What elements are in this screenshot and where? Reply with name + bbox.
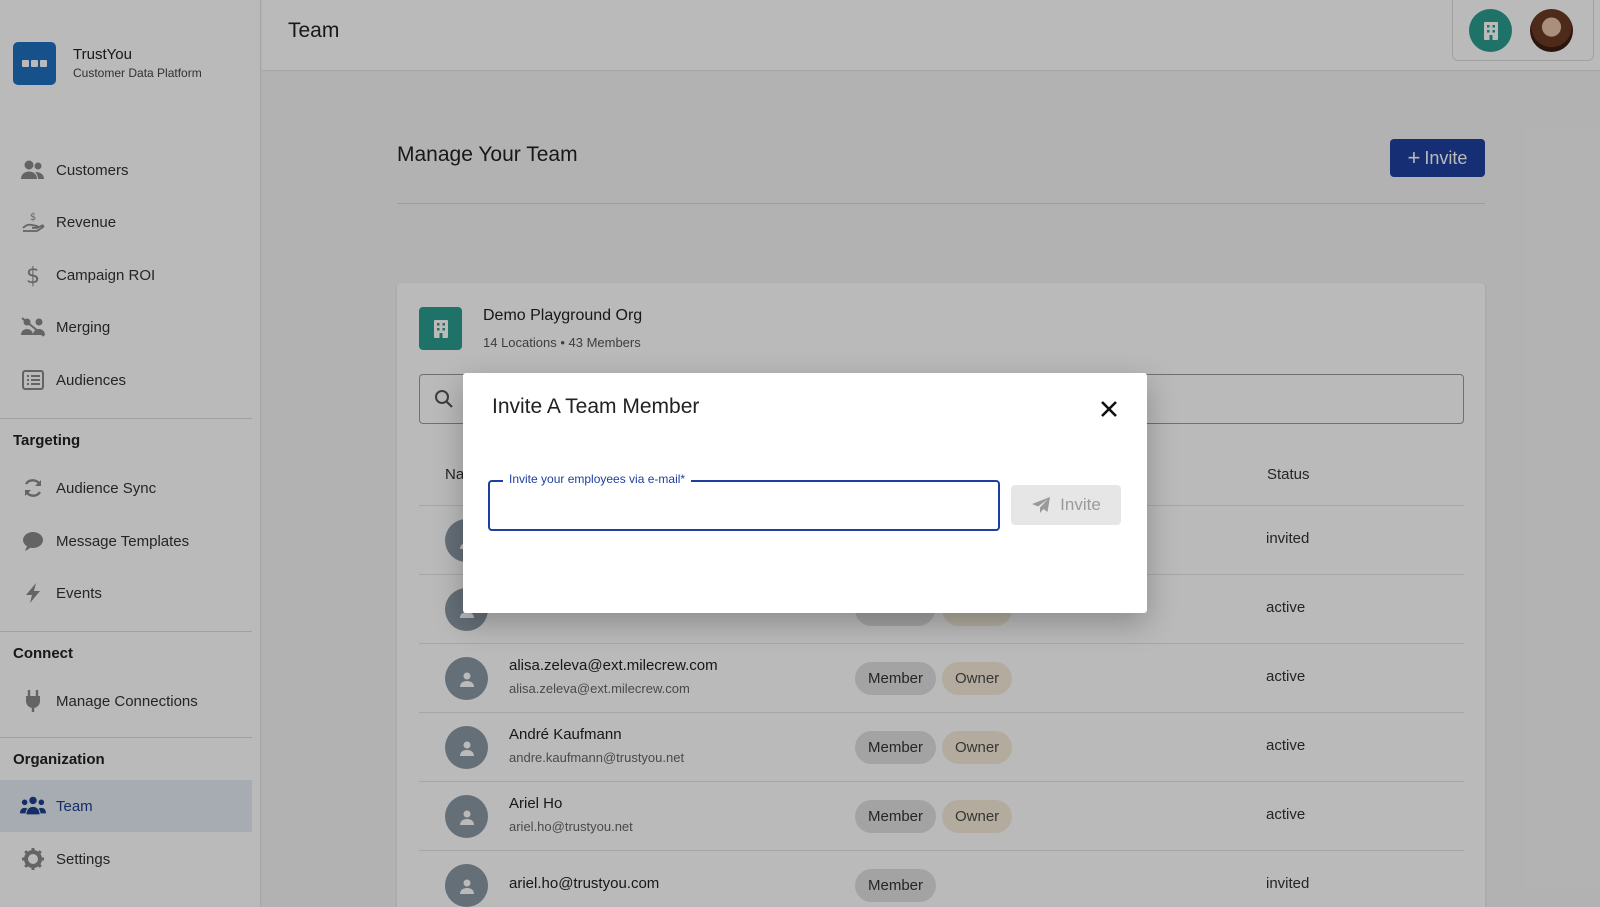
field-label: Invite your employees via e-mail* (503, 472, 692, 486)
invite-modal: Invite A Team Member Invite your employe… (463, 373, 1147, 613)
invite-email-input[interactable] (490, 482, 998, 529)
modal-title: Invite A Team Member (492, 395, 700, 418)
invite-email-field[interactable]: Invite your employees via e-mail* (488, 472, 1000, 531)
close-icon (1101, 401, 1117, 417)
send-invite-button[interactable]: Invite (1011, 485, 1121, 525)
close-button[interactable] (1095, 395, 1123, 423)
send-invite-label: Invite (1060, 495, 1101, 514)
send-icon (1032, 497, 1051, 513)
